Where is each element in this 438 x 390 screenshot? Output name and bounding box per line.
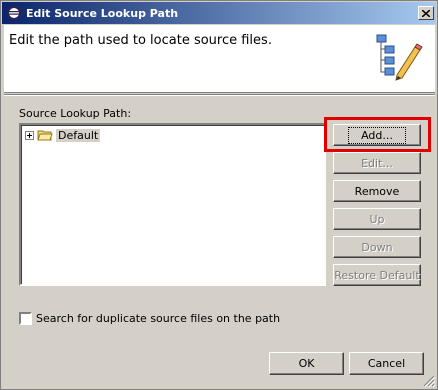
remove-button[interactable]: Remove — [333, 180, 421, 202]
search-duplicates-label: Search for duplicate source files on the… — [36, 312, 281, 325]
restore-default-button[interactable]: Restore Default — [333, 264, 421, 286]
expand-icon[interactable] — [25, 130, 34, 140]
eclipse-icon — [7, 6, 21, 20]
folder-icon — [37, 130, 53, 141]
search-duplicates-option[interactable]: Search for duplicate source files on the… — [19, 312, 280, 325]
source-lookup-path-label: Source Lookup Path: — [19, 107, 132, 120]
resize-grip-icon[interactable] — [423, 375, 435, 387]
header-description: Edit the path used to locate source file… — [9, 33, 272, 48]
close-icon — [422, 9, 430, 17]
up-button[interactable]: Up — [333, 208, 421, 230]
window-title: Edit Source Lookup Path — [26, 6, 179, 20]
tree-item-label: Default — [56, 128, 101, 142]
add-button-label: Add... — [348, 126, 406, 144]
down-button[interactable]: Down — [333, 236, 421, 258]
close-button[interactable] — [418, 6, 434, 20]
dialog-header: Edit the path used to locate source file… — [4, 25, 435, 93]
search-duplicates-checkbox[interactable] — [19, 312, 32, 325]
add-button[interactable]: Add... — [333, 124, 421, 146]
source-path-edit-icon — [376, 34, 423, 81]
cancel-button[interactable]: Cancel — [349, 352, 424, 375]
title-bar[interactable]: Edit Source Lookup Path — [2, 2, 436, 24]
header-divider — [4, 94, 435, 96]
tree-item-default[interactable]: Default — [25, 128, 101, 142]
dialog-window: Edit Source Lookup Path Edit the path us… — [0, 0, 438, 390]
source-lookup-path-tree[interactable]: Default — [19, 123, 326, 286]
edit-button[interactable]: Edit... — [333, 152, 421, 174]
ok-button[interactable]: OK — [269, 352, 344, 375]
